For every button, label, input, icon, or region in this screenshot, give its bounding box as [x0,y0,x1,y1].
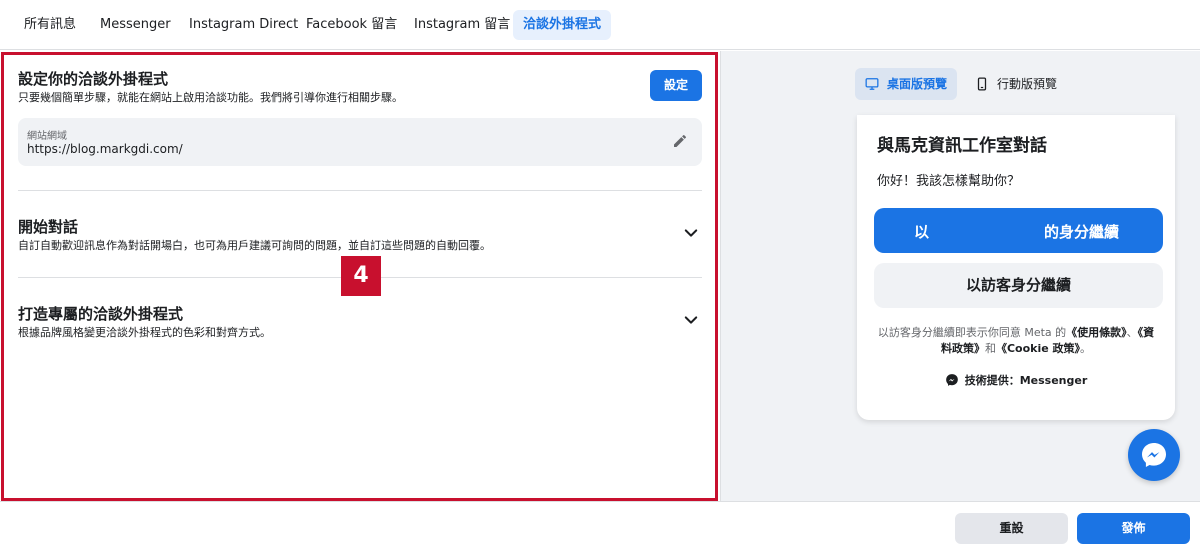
start-chat-description: 自訂自動歡迎訊息作為對話開場白，也可為用戶建議可詢問的問題，並自訂這些問題的自動… [18,239,491,252]
start-chat-title[interactable]: 開始對話 [18,216,78,237]
customize-title[interactable]: 打造專屬的洽談外掛程式 [18,303,183,324]
terms-prefix: 以訪客身分繼續即表示你同意 Meta 的 [877,326,1067,339]
chevron-down-icon[interactable] [682,224,700,242]
footer-bar: 重設 發佈 [0,501,1200,553]
tab-desktop-preview[interactable]: 桌面版預覽 [855,68,958,100]
tab-messenger[interactable]: Messenger [90,10,181,40]
continue-as-guest-button[interactable]: 以訪客身分繼續 [874,263,1163,308]
preview-panel: 桌面版預覽 行動版預覽 與馬克資訊工作室對話 你好！我該怎樣幫助你？ 以 的身分… [720,51,1200,501]
desktop-preview-label: 桌面版預覽 [887,77,948,91]
chat-plugin-preview-card: 與馬克資訊工作室對話 你好！我該怎樣幫助你？ 以 的身分繼續 以訪客身分繼續 以… [857,115,1175,420]
card-title: 與馬克資訊工作室對話 [877,136,1047,156]
reset-button[interactable]: 重設 [955,513,1068,544]
tab-all-messages[interactable]: 所有訊息 [14,10,86,40]
card-greeting: 你好！我該怎樣幫助你？ [877,174,1021,189]
domain-label: 網站網域 [27,131,67,142]
setup-title: 設定你的洽談外掛程式 [18,70,169,88]
messenger-chat-button[interactable] [1128,429,1180,481]
channel-tabs: 所有訊息 Messenger Instagram Direct Facebook… [0,0,1200,50]
mobile-preview-label: 行動版預覽 [997,77,1058,91]
cookie-policy-link[interactable]: 《Cookie 政策》 [996,342,1080,355]
tab-instagram-comments[interactable]: Instagram 留言 [404,10,520,40]
terms-end: 。 [1080,342,1092,355]
tab-mobile-preview[interactable]: 行動版預覽 [965,68,1067,100]
terms-separator: 、 [1126,326,1138,339]
pencil-icon[interactable] [672,133,688,149]
terms-of-use-link[interactable]: 《使用條款》 [1066,326,1127,339]
tab-facebook-comments[interactable]: Facebook 留言 [296,10,407,40]
powered-by-label: 技術提供：Messenger [964,374,1088,387]
messenger-icon [945,374,958,386]
setup-button[interactable]: 設定 [650,70,702,101]
continue-as-user-button[interactable]: 以 的身分繼續 [874,208,1163,253]
section-divider [18,190,702,191]
customize-description: 根據品牌風格變更洽談外掛程式的色彩和對齊方式。 [18,326,271,339]
messenger-icon [1142,443,1166,467]
mobile-icon [977,77,987,91]
website-domain-field[interactable]: 網站網域 https://blog.markgdi.com/ [18,118,702,166]
publish-button[interactable]: 發佈 [1077,513,1190,544]
setup-description: 只要幾個簡單步驟，就能在網站上啟用洽談功能。我們將引導你進行相關步驟。 [18,91,403,104]
continue-as-label-start: 以 [914,223,930,241]
annotation-badge: 4 [341,256,381,296]
powered-by: 技術提供：Messenger [857,372,1175,388]
domain-value: https://blog.markgdi.com/ [27,142,183,156]
terms-and: 和 [984,342,996,355]
terms-text: 以訪客身分繼續即表示你同意 Meta 的《使用條款》、《資料政策》和《Cooki… [877,325,1155,357]
desktop-icon [865,78,879,90]
tab-instagram-direct[interactable]: Instagram Direct [179,10,308,40]
chevron-down-icon[interactable] [682,311,700,329]
tab-chat-plugin[interactable]: 洽談外掛程式 [513,10,612,40]
continue-as-label-end: 的身分繼續 [1044,223,1120,241]
